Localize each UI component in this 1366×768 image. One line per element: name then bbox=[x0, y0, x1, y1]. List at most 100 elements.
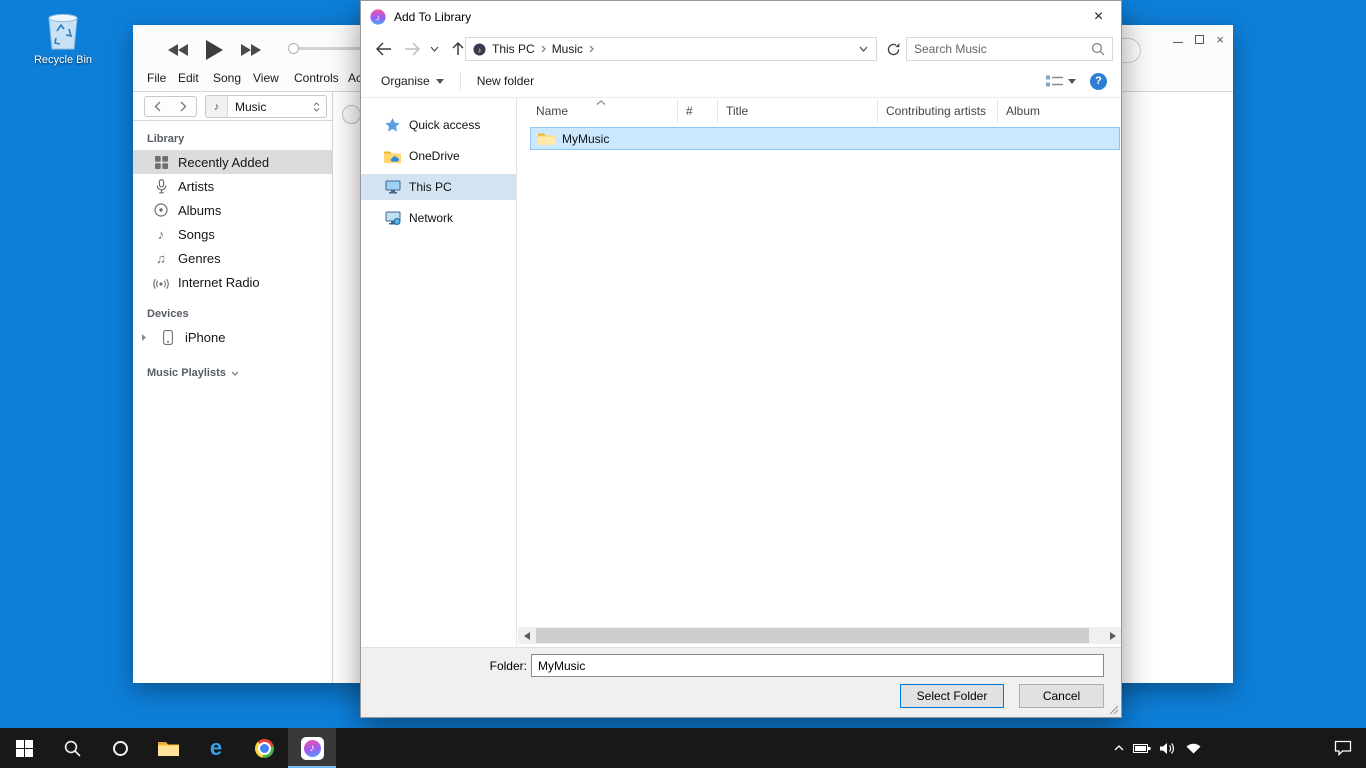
disclosure-triangle-icon[interactable] bbox=[141, 333, 151, 342]
microphone-icon bbox=[153, 179, 169, 194]
library-heading: Library bbox=[147, 133, 332, 145]
menu-controls[interactable]: Controls bbox=[294, 71, 339, 85]
battery-icon[interactable] bbox=[1133, 743, 1151, 754]
action-center-icon bbox=[1334, 740, 1352, 756]
forward-button[interactable] bbox=[399, 32, 425, 65]
resize-grip[interactable] bbox=[1109, 705, 1119, 715]
devices-heading: Devices bbox=[147, 308, 332, 320]
wifi-icon[interactable] bbox=[1185, 742, 1202, 754]
close-icon[interactable]: × bbox=[1216, 33, 1224, 46]
svg-text:♪: ♪ bbox=[478, 45, 482, 54]
itunes-logo-icon: ♪ bbox=[370, 9, 386, 25]
sidebar-item-songs[interactable]: ♪ Songs bbox=[133, 222, 332, 246]
help-button[interactable]: ? bbox=[1090, 73, 1107, 90]
search-icon[interactable] bbox=[1091, 42, 1105, 56]
navigation-pane: Quick access OneDrive This PC bbox=[361, 98, 517, 647]
speaker-icon[interactable] bbox=[1160, 742, 1176, 755]
breadcrumb-this-pc[interactable]: This PC bbox=[492, 42, 535, 56]
sidebar-item-recently-added[interactable]: Recently Added bbox=[133, 150, 332, 174]
column-header-title[interactable]: Title bbox=[718, 100, 878, 122]
breadcrumb-chevron-icon[interactable] bbox=[589, 45, 594, 53]
file-explorer-button[interactable] bbox=[144, 728, 192, 768]
breadcrumb-chevron-icon[interactable] bbox=[541, 45, 546, 53]
column-header-name[interactable]: Name bbox=[518, 100, 678, 122]
address-bar[interactable]: ♪ This PC Music bbox=[465, 37, 877, 61]
show-hidden-icons-chevron[interactable] bbox=[1114, 745, 1124, 751]
maximize-icon[interactable] bbox=[1195, 35, 1204, 44]
address-dropdown-icon[interactable] bbox=[855, 46, 872, 52]
selector-spinner-icon[interactable] bbox=[313, 102, 326, 112]
column-header-contributing-artists[interactable]: Contributing artists bbox=[878, 100, 998, 122]
dialog-command-bar: Organise New folder ? bbox=[361, 65, 1121, 98]
nav-item-network[interactable]: Network bbox=[361, 205, 516, 231]
sidebar-item-internet-radio[interactable]: Internet Radio bbox=[133, 270, 332, 294]
action-center-button[interactable] bbox=[1320, 728, 1366, 768]
media-kind-selector[interactable]: ♪ Music bbox=[205, 95, 327, 118]
nav-item-quick-access[interactable]: Quick access bbox=[361, 112, 516, 138]
music-note-icon: ♪ bbox=[153, 228, 169, 241]
column-header-number[interactable]: # bbox=[678, 100, 718, 122]
sort-ascending-icon bbox=[596, 100, 606, 105]
music-playlists-heading[interactable]: Music Playlists bbox=[147, 367, 332, 379]
dialog-titlebar[interactable]: ♪ Add To Library × bbox=[361, 1, 1121, 32]
dialog-close-button[interactable]: × bbox=[1076, 1, 1121, 32]
search-icon bbox=[64, 740, 81, 757]
genre-icon: ♫ bbox=[153, 252, 169, 265]
itunes-back-button[interactable] bbox=[144, 96, 171, 117]
volume-knob[interactable] bbox=[288, 43, 299, 54]
rewind-button[interactable] bbox=[167, 43, 189, 57]
radio-broadcast-icon bbox=[153, 276, 169, 289]
menu-file[interactable]: File bbox=[147, 71, 166, 85]
edge-button[interactable]: e bbox=[192, 728, 240, 768]
scrollbar-thumb[interactable] bbox=[536, 628, 1089, 643]
itunes-forward-button[interactable] bbox=[170, 96, 197, 117]
sidebar-item-genres[interactable]: ♫ Genres bbox=[133, 246, 332, 270]
menu-song[interactable]: Song bbox=[213, 71, 241, 85]
select-folder-button[interactable]: Select Folder bbox=[900, 684, 1004, 708]
sidebar-item-iphone[interactable]: iPhone bbox=[133, 325, 332, 349]
scroll-left-button[interactable] bbox=[518, 627, 535, 644]
windows-logo-icon bbox=[16, 740, 33, 757]
itunes-sidebar: ♪ Music Library Recently Added bbox=[133, 92, 333, 683]
column-header-album[interactable]: Album bbox=[998, 100, 1121, 122]
organise-button[interactable]: Organise bbox=[375, 70, 450, 92]
fast-forward-button[interactable] bbox=[240, 43, 262, 57]
search-input[interactable] bbox=[914, 42, 1091, 56]
chevron-down-icon bbox=[231, 371, 239, 376]
minimize-icon[interactable] bbox=[1173, 36, 1183, 43]
scroll-right-button[interactable] bbox=[1104, 627, 1121, 644]
refresh-button[interactable] bbox=[882, 37, 904, 61]
chrome-button[interactable] bbox=[240, 728, 288, 768]
horizontal-scrollbar[interactable] bbox=[518, 627, 1121, 644]
back-button[interactable] bbox=[369, 32, 397, 65]
folder-name-input[interactable] bbox=[531, 654, 1104, 677]
cancel-button[interactable]: Cancel bbox=[1019, 684, 1104, 708]
change-view-button[interactable] bbox=[1046, 74, 1076, 88]
file-row-mymusic[interactable]: MyMusic bbox=[530, 127, 1120, 150]
more-options-button[interactable] bbox=[342, 105, 361, 124]
recent-locations-dropdown-icon[interactable] bbox=[425, 32, 443, 65]
search-box[interactable] bbox=[906, 37, 1113, 61]
dialog-navigation-bar: ♪ This PC Music bbox=[361, 32, 1121, 65]
itunes-taskbar-button[interactable]: ♪ bbox=[288, 728, 336, 768]
recent-grid-icon bbox=[153, 156, 169, 169]
sidebar-item-label: Songs bbox=[178, 227, 215, 242]
cortana-icon bbox=[113, 741, 128, 756]
nav-item-this-pc[interactable]: This PC bbox=[361, 174, 516, 200]
sidebar-item-albums[interactable]: Albums bbox=[133, 198, 332, 222]
sidebar-item-label: Genres bbox=[178, 251, 221, 266]
volume-slider[interactable] bbox=[290, 47, 360, 50]
new-folder-button[interactable]: New folder bbox=[471, 70, 540, 92]
cortana-button[interactable] bbox=[96, 728, 144, 768]
start-button[interactable] bbox=[0, 728, 48, 768]
recycle-bin[interactable]: Recycle Bin bbox=[28, 6, 98, 66]
play-button[interactable] bbox=[205, 39, 224, 61]
breadcrumb-music[interactable]: Music bbox=[552, 42, 583, 56]
sidebar-item-artists[interactable]: Artists bbox=[133, 174, 332, 198]
nav-item-onedrive[interactable]: OneDrive bbox=[361, 143, 516, 169]
dialog-body: Quick access OneDrive This PC bbox=[361, 98, 1121, 647]
taskbar-search-button[interactable] bbox=[48, 728, 96, 768]
menu-edit[interactable]: Edit bbox=[178, 71, 199, 85]
sidebar-item-label: Recently Added bbox=[178, 155, 269, 170]
menu-view[interactable]: View bbox=[253, 71, 279, 85]
